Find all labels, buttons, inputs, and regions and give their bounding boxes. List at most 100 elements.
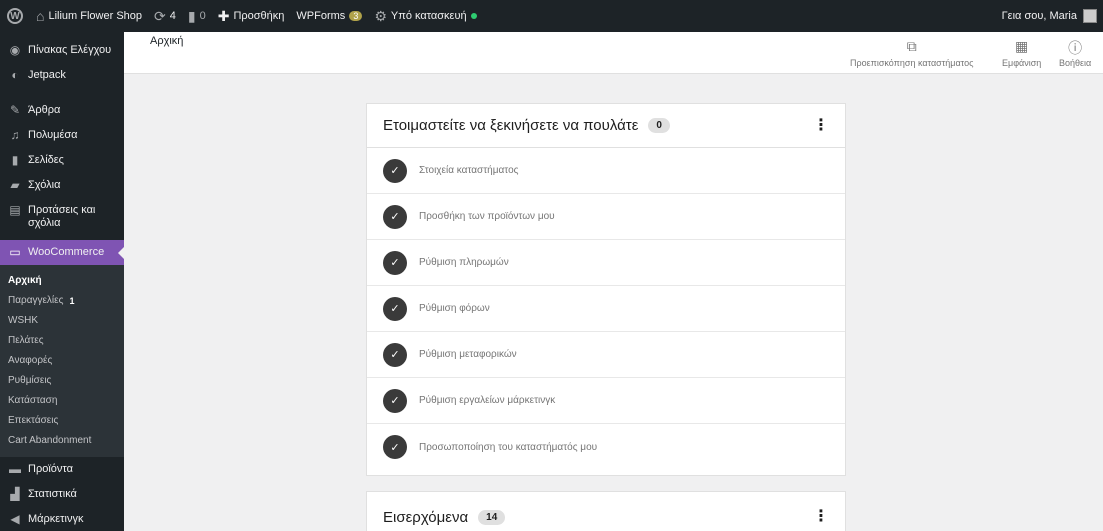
sidebar-item-woocommerce[interactable]: ▭ WooCommerce	[0, 240, 124, 265]
submenu-item-extensions[interactable]: Επεκτάσεις	[0, 411, 124, 431]
menu-separator	[0, 88, 124, 98]
task-item[interactable]: ✓ Προσωποποίηση του καταστήματός μου	[367, 424, 845, 470]
submenu-item-cart-abandonment[interactable]: Cart Abandonment	[0, 431, 124, 451]
sidebar-item-marketing[interactable]: ◀ Μάρκετινγκ	[0, 507, 124, 531]
more-options-icon[interactable]: ⋮	[813, 509, 829, 525]
comments-link[interactable]: ▮ 0	[182, 0, 212, 32]
submenu-label: Αρχική	[8, 275, 42, 286]
updates-link[interactable]: ⟳ 4	[148, 0, 182, 32]
woocommerce-icon: ▭	[9, 245, 21, 259]
sidebar-item-label: Άρθρα	[28, 104, 61, 116]
status-dot-icon	[470, 13, 477, 19]
check-icon: ✓	[383, 342, 407, 367]
orders-count-badge: 1	[69, 295, 75, 307]
submenu-item-home[interactable]: Αρχική	[0, 271, 124, 291]
task-label: Στοιχεία καταστήματος	[419, 165, 519, 176]
check-icon: ✓	[383, 296, 407, 321]
submenu-item-settings[interactable]: Ρυθμίσεις	[0, 371, 124, 391]
card-title: Ετοιμαστείτε να ξεκινήσετε να πουλάτε	[383, 117, 639, 134]
site-name-link[interactable]: ⌂ Lilium Flower Shop	[30, 0, 148, 32]
sidebar-item-label: Πολυμέσα	[28, 129, 78, 141]
preview-store-label: Προεπισκόπηση καταστήματος	[850, 58, 974, 68]
task-item[interactable]: ✓ Ρύθμιση φόρων	[367, 286, 845, 332]
wpforms-label: WPForms	[296, 10, 346, 22]
dashboard-icon: ◉	[9, 43, 21, 57]
external-link-icon: ⧉	[906, 38, 917, 54]
home-icon: ⌂	[36, 8, 45, 24]
new-content-label: Προσθήκη	[233, 10, 285, 22]
plus-icon: ✚	[217, 7, 230, 24]
sidebar-item-label: Προτάσεις και σχόλια	[28, 204, 96, 229]
sidebar-item-dashboard[interactable]: ◉ Πίνακας Ελέγχου	[0, 38, 124, 63]
submenu-item-customers[interactable]: Πελάτες	[0, 331, 124, 351]
task-item[interactable]: ✓ Ρύθμιση μεταφορικών	[367, 332, 845, 378]
site-name: Lilium Flower Shop	[48, 10, 143, 22]
check-icon: ✓	[383, 435, 407, 459]
comment-bubble-icon: ▮	[187, 7, 196, 24]
check-icon: ✓	[383, 250, 407, 275]
my-account-link[interactable]: Γεια σου, Maria	[996, 0, 1103, 32]
gear-icon: ⚙	[374, 7, 387, 24]
preview-store-button[interactable]: ⧉ Προεπισκόπηση καταστήματος	[850, 38, 973, 68]
wordpress-logo-button[interactable]: W	[0, 0, 30, 32]
products-icon: ▬	[9, 462, 21, 476]
sidebar-item-label: Πίνακας Ελέγχου	[28, 44, 112, 56]
submenu-label: Παραγγελίες	[8, 295, 64, 306]
task-item[interactable]: ✓ Ρύθμιση εργαλείων μάρκετινγκ	[367, 378, 845, 424]
sidebar-item-media[interactable]: ♫ Πολυμέσα	[0, 123, 124, 148]
inbox-card: Εισερχόμενα 14 ⋮	[366, 491, 846, 531]
task-label: Προσθήκη των προϊόντων μου	[419, 211, 555, 222]
maintenance-mode-link[interactable]: ⚙ Υπό κατασκευή	[368, 0, 482, 32]
sidebar-item-label: Προϊόντα	[28, 463, 73, 475]
submenu-item-status[interactable]: Κατάσταση	[0, 391, 124, 411]
pages-icon: ▮	[11, 153, 19, 167]
submenu-label: Επεκτάσεις	[8, 415, 59, 426]
sidebar-item-label: Στατιστικά	[28, 488, 77, 500]
sidebar-item-stats[interactable]: ▟ Στατιστικά	[0, 482, 124, 507]
wpforms-link[interactable]: WPForms 3	[290, 0, 368, 32]
sidebar-item-jetpack[interactable]: ◐ Jetpack	[0, 63, 124, 88]
new-content-link[interactable]: ✚ Προσθήκη	[212, 0, 291, 32]
card-title: Εισερχόμενα	[383, 508, 469, 526]
help-icon: ⓘ	[1068, 40, 1083, 56]
submenu-label: Αναφορές	[8, 355, 53, 366]
submenu-label: Ρυθμίσεις	[8, 375, 52, 386]
sidebar-item-feedback[interactable]: ▤ Προτάσεις και σχόλια	[0, 198, 124, 236]
submenu-item-wshk[interactable]: WSHK	[0, 311, 124, 331]
task-item[interactable]: ✓ Προσθήκη των προϊόντων μου	[367, 194, 845, 240]
submenu-item-orders[interactable]: Παραγγελίες 1	[0, 291, 124, 311]
task-item[interactable]: ✓ Στοιχεία καταστήματος	[367, 148, 845, 194]
comments-count: 0	[199, 10, 206, 22]
check-icon: ✓	[383, 388, 407, 413]
feedback-icon: ▤	[9, 203, 21, 217]
comments-icon: ▰	[10, 178, 20, 192]
sidebar-item-label: Jetpack	[28, 69, 66, 81]
more-options-icon[interactable]: ⋮	[813, 117, 829, 133]
submenu-item-reports[interactable]: Αναφορές	[0, 351, 124, 371]
check-icon: ✓	[383, 158, 407, 183]
media-icon: ♫	[10, 128, 20, 142]
sidebar-item-comments[interactable]: ▰ Σχόλια	[0, 173, 124, 198]
sidebar-item-products[interactable]: ▬ Προϊόντα	[0, 457, 124, 482]
submenu-label: Κατάσταση	[8, 395, 58, 406]
pin-icon: ✎	[9, 103, 21, 117]
breadcrumb: Αρχική	[150, 35, 184, 47]
help-button[interactable]: ⓘ Βοήθεια	[1059, 38, 1091, 68]
avatar	[1083, 9, 1097, 23]
help-label: Βοήθεια	[1059, 58, 1092, 68]
sidebar-item-posts[interactable]: ✎ Άρθρα	[0, 98, 124, 123]
sidebar-item-label: Σχόλια	[28, 179, 61, 191]
appearance-label: Εμφάνιση	[1002, 58, 1042, 68]
task-label: Ρύθμιση μεταφορικών	[419, 349, 517, 360]
sidebar-item-pages[interactable]: ▮ Σελίδες	[0, 148, 124, 173]
task-item[interactable]: ✓ Ρύθμιση πληρωμών	[367, 240, 845, 286]
submenu-label: WSHK	[8, 315, 38, 326]
wpforms-count-badge: 3	[349, 11, 363, 21]
sidebar-item-label: Μάρκετινγκ	[28, 513, 84, 525]
wordpress-logo-icon: W	[7, 8, 23, 24]
card-header: Ετοιμαστείτε να ξεκινήσετε να πουλάτε 0 …	[367, 104, 845, 148]
submenu-label: Πελάτες	[8, 335, 44, 346]
appearance-button[interactable]: ▦ Εμφάνιση	[1002, 38, 1041, 68]
task-label: Ρύθμιση φόρων	[419, 303, 490, 314]
count-badge: 0	[648, 118, 670, 133]
